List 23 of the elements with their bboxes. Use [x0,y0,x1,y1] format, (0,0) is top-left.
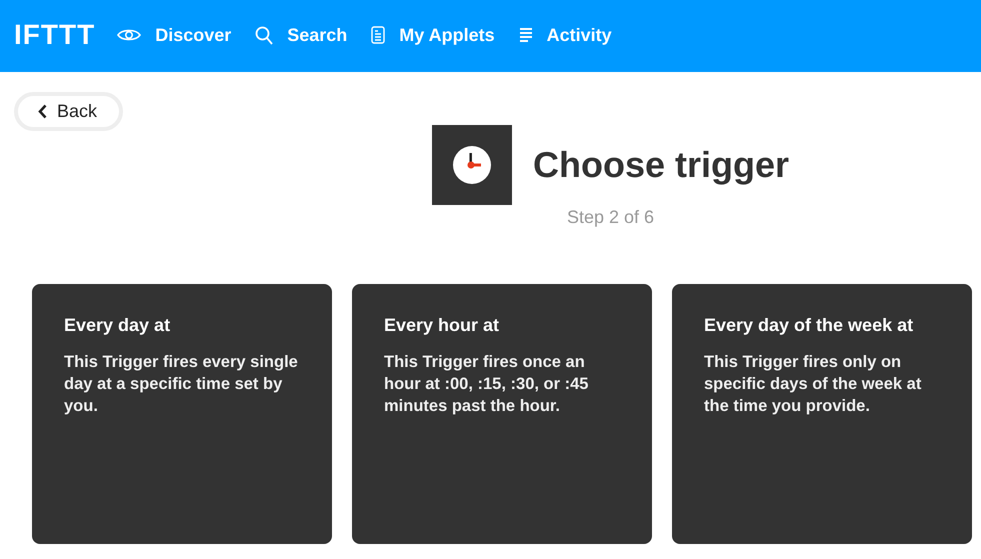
page-title: Choose trigger [532,144,790,186]
trigger-title: Every day at [64,314,172,337]
back-button[interactable]: Back [14,92,124,131]
trigger-title: Every day of the week at [704,314,914,337]
search-icon [255,26,274,44]
clock-icon [452,145,492,185]
chevron-left-icon [38,104,47,119]
trigger-card[interactable]: Every day of the week at This Trigger fires only on specific days of the week at the time you provide. [672,284,972,544]
trigger-title: Every hour at [384,314,500,337]
nav-link[interactable]: My Applets [371,24,495,48]
nav-link[interactable]: Activity [518,24,612,48]
logo[interactable]: IFTTT [14,19,96,53]
step-indicator: Step 2 of 6 [566,207,656,228]
nav-link[interactable]: Discover [117,24,232,48]
trigger-description: This Trigger fires only on specific days of the week at the time you provide. [704,352,922,417]
nav-link[interactable]: Search [255,24,348,48]
trigger-card[interactable]: Every hour at This Trigger fires once an hour at :00, :15, :30, or :45 minutes past the hour. [352,284,652,544]
trigger-description: This Trigger fires every single day at a specific time set by you. [64,352,299,417]
trigger-card[interactable]: Every day at This Trigger fires every single day at a specific time set by you. [32,284,332,544]
eye-icon [117,28,142,42]
document-icon [371,26,386,44]
trigger-description: This Trigger fires once an hour at :00, :15, :30, or :45 minutes past the hour. [384,352,590,417]
list-icon [518,27,533,43]
